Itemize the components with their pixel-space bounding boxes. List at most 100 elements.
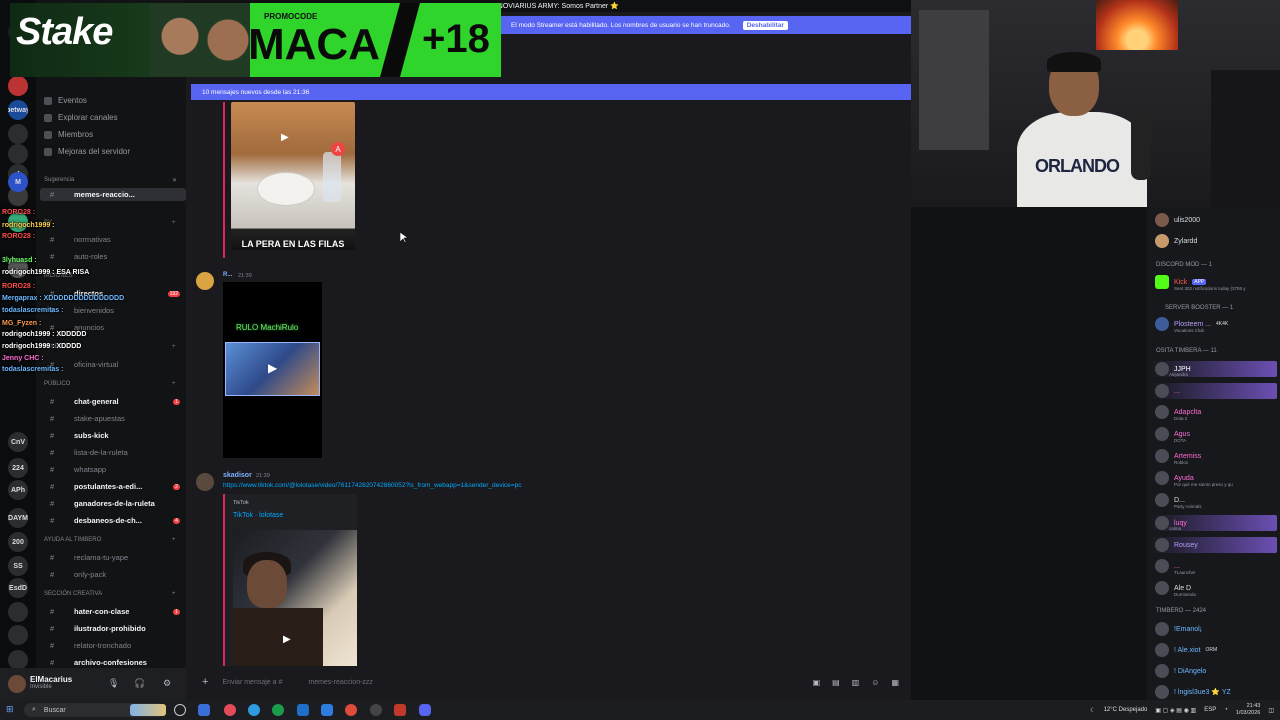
category-ayuda[interactable]: AYUDA AL TIMBERO + bbox=[44, 537, 176, 543]
wifi-icon[interactable]: ◔ bbox=[1224, 707, 1228, 713]
channel-item[interactable]: # memes-reaccio... bbox=[40, 188, 186, 201]
server-icon[interactable]: 224 bbox=[8, 458, 28, 478]
channel-item[interactable]: # relator-tronchado bbox=[40, 639, 186, 652]
nav-members[interactable]: Miembros bbox=[44, 130, 93, 139]
image-attachment[interactable]: A ▶ LA PERA EN LAS FILAS bbox=[231, 102, 355, 250]
channel-item[interactable]: # subs-kick bbox=[40, 429, 186, 442]
channel-item[interactable]: # ilustrador-prohibido bbox=[40, 622, 186, 635]
close-icon[interactable]: ✕ bbox=[172, 177, 177, 184]
member-item[interactable]: !Emanol¡ bbox=[1155, 622, 1202, 636]
apps-icon[interactable]: ▦ bbox=[891, 678, 899, 687]
headphones-icon[interactable]: 🎧 bbox=[134, 678, 145, 689]
channel-item[interactable]: # desbaneos-de-ch... 4 bbox=[40, 514, 186, 527]
video-embed[interactable]: ▶ bbox=[233, 530, 357, 666]
server-icon[interactable]: EsdD bbox=[8, 578, 28, 598]
windows-start-icon[interactable]: ⊞ bbox=[6, 704, 14, 715]
message-author[interactable]: skadisor bbox=[223, 472, 252, 479]
avatar[interactable] bbox=[196, 473, 214, 491]
mail-icon[interactable] bbox=[321, 704, 333, 716]
obs-icon[interactable] bbox=[370, 704, 382, 716]
task-view-icon[interactable] bbox=[174, 704, 186, 716]
channel-item[interactable]: # hater-con-clase 1 bbox=[40, 605, 186, 618]
play-icon[interactable]: ▶ bbox=[283, 634, 291, 645]
avatar[interactable] bbox=[196, 272, 214, 290]
server-icon[interactable] bbox=[8, 76, 28, 96]
server-icon[interactable] bbox=[8, 625, 28, 645]
message-author[interactable]: R... bbox=[223, 272, 232, 278]
file-explorer-icon[interactable] bbox=[198, 704, 210, 716]
server-icon[interactable] bbox=[8, 144, 28, 164]
add-attachment-icon[interactable]: + bbox=[202, 676, 208, 688]
tray-icons[interactable]: ▣ ▢ ◈ ▤ ◉ ▥ bbox=[1155, 707, 1196, 714]
play-icon[interactable]: ▶ bbox=[268, 361, 277, 375]
category-creativa[interactable]: SECCIÓN CREATIVA + bbox=[44, 591, 176, 597]
add-channel-icon[interactable]: + bbox=[172, 537, 176, 543]
server-icon[interactable]: SS bbox=[8, 556, 28, 576]
member-item[interactable]: D... Party Animals bbox=[1155, 493, 1202, 509]
member-item[interactable]: Adapclta Dota 2 bbox=[1155, 405, 1201, 421]
channel-item[interactable]: # whatsapp bbox=[40, 463, 186, 476]
member-item[interactable]: JJPH Alejandra bbox=[1150, 361, 1277, 377]
video-thumbnail[interactable]: ▶ bbox=[225, 342, 320, 396]
member-item[interactable]: Artemiss Roblox bbox=[1155, 449, 1201, 465]
message-composer[interactable]: + Enviar mensaje a # memes-reaccion-zzz … bbox=[196, 672, 901, 692]
channel-item[interactable]: # ganadores-de-la-ruleta bbox=[40, 497, 186, 510]
channel-item[interactable]: # auto-roles bbox=[40, 250, 186, 263]
channel-item[interactable]: # chat-general 1 bbox=[40, 395, 186, 408]
nav-browse-channels[interactable]: Explorar canales bbox=[44, 113, 118, 122]
clock[interactable]: 21:43 1/03/2026 bbox=[1236, 703, 1260, 717]
server-icon[interactable] bbox=[8, 602, 28, 622]
widgets-icon[interactable] bbox=[130, 704, 166, 716]
add-channel-icon[interactable]: + bbox=[172, 344, 176, 350]
avatar[interactable] bbox=[8, 675, 26, 693]
notification-icon[interactable]: ◫ bbox=[1268, 707, 1274, 714]
chrome-icon[interactable] bbox=[345, 704, 357, 716]
member-item[interactable]: luqy calma bbox=[1150, 515, 1277, 531]
add-channel-icon[interactable]: + bbox=[172, 220, 176, 226]
member-item[interactable]: Agus DOTA bbox=[1155, 427, 1190, 443]
server-icon[interactable] bbox=[8, 124, 28, 144]
member-item[interactable]: ! lngisl3ue3 ⭐ YZ bbox=[1155, 685, 1231, 699]
language-indicator[interactable]: ESP bbox=[1204, 707, 1216, 713]
channel-item[interactable]: # reclama-tu-yape bbox=[40, 551, 186, 564]
server-icon[interactable]: betway bbox=[8, 100, 28, 120]
nav-events[interactable]: Eventos bbox=[44, 96, 87, 105]
emoji-icon[interactable]: ☺ bbox=[871, 678, 879, 687]
server-icon[interactable] bbox=[8, 650, 28, 670]
member-item[interactable]: ! Ale.xiot ORM bbox=[1155, 643, 1217, 657]
channel-item[interactable]: # lista-de-la-ruleta bbox=[40, 446, 186, 459]
nav-server-boost[interactable]: Mejoras del servidor bbox=[44, 147, 130, 156]
discord-icon[interactable] bbox=[419, 704, 431, 716]
app-icon[interactable] bbox=[272, 704, 284, 716]
stake-ad-banner[interactable]: Stake PROMOCODE MACA +18 bbox=[10, 3, 501, 77]
gift-icon[interactable]: ▣ bbox=[813, 678, 821, 687]
member-item[interactable]: ... bbox=[1150, 383, 1277, 399]
disable-streamer-button[interactable]: Deshabilitar bbox=[742, 20, 788, 30]
gif-icon[interactable]: ▤ bbox=[832, 678, 840, 687]
gear-icon[interactable]: ⚙ bbox=[163, 678, 171, 689]
member-item[interactable]: Zylardd bbox=[1155, 234, 1197, 248]
add-channel-icon[interactable]: + bbox=[172, 381, 176, 387]
app-icon[interactable] bbox=[394, 704, 406, 716]
category-publico[interactable]: PÚBLICO + bbox=[44, 381, 176, 387]
weather-text[interactable]: 12°C Despejado bbox=[1104, 707, 1148, 713]
member-item[interactable]: ... TLauncher bbox=[1155, 559, 1196, 575]
video-attachment[interactable]: RULO MachiRulo ▶ bbox=[223, 282, 322, 458]
member-item[interactable]: Plosteem ... 4K4K Vocations Club bbox=[1155, 317, 1228, 333]
play-icon[interactable]: ▶ bbox=[281, 132, 289, 143]
store-icon[interactable] bbox=[297, 704, 309, 716]
server-icon[interactable]: 200 bbox=[8, 532, 28, 552]
member-item[interactable]: ! DiAngelo bbox=[1155, 664, 1206, 678]
server-icon[interactable]: APh bbox=[8, 480, 28, 500]
server-icon[interactable]: CnV bbox=[8, 432, 28, 452]
message-link[interactable]: https://www.tiktok.com/@lolotase/video/7… bbox=[223, 482, 521, 489]
sticker-icon[interactable]: ▥ bbox=[852, 678, 860, 687]
add-channel-icon[interactable]: + bbox=[172, 591, 176, 597]
server-icon[interactable]: M bbox=[8, 172, 28, 192]
member-item[interactable]: Ayuda Por qué me siento preso y qu bbox=[1155, 471, 1233, 487]
member-item[interactable]: Kick APP Sent 302 notifications today (375… bbox=[1155, 275, 1246, 291]
new-messages-bar[interactable]: 10 mensajes nuevos desde las 21:36 bbox=[191, 84, 911, 100]
channel-item[interactable]: # stake-apuestas bbox=[40, 412, 186, 425]
browser-icon[interactable] bbox=[224, 704, 236, 716]
member-item[interactable]: ulis2000 bbox=[1155, 213, 1200, 227]
